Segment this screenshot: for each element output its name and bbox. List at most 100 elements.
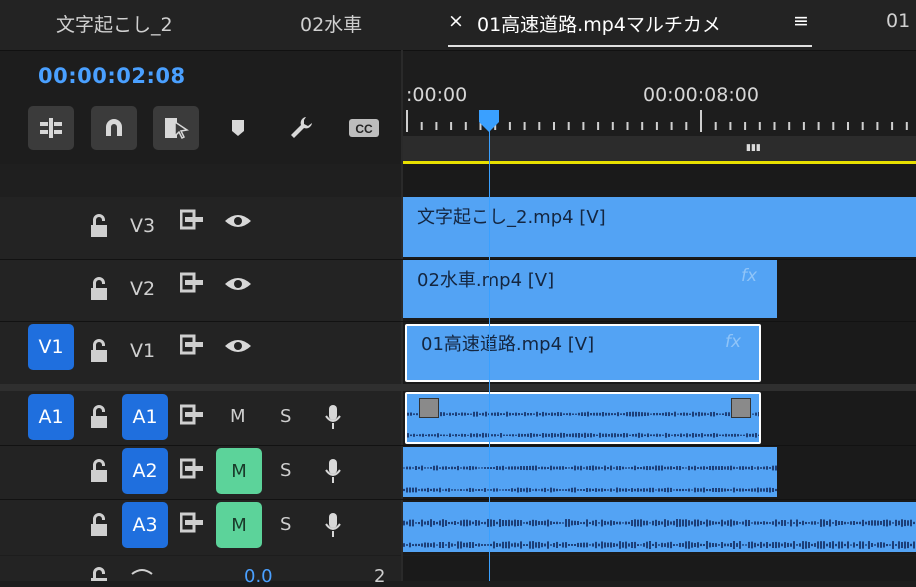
track-label-v3[interactable]: V3 xyxy=(130,215,155,237)
waveform-sample xyxy=(520,466,522,470)
work-area-grip-icon[interactable]: ▮▮▮ xyxy=(746,143,761,153)
waveform-sample xyxy=(691,521,693,525)
waveform-sample xyxy=(538,489,540,491)
mute-a1[interactable]: M xyxy=(230,406,246,427)
clip-a2[interactable] xyxy=(403,447,777,497)
microphone-icon[interactable] xyxy=(324,458,342,484)
waveform-sample xyxy=(598,466,600,470)
waveform-sample xyxy=(709,466,711,470)
eye-icon[interactable] xyxy=(224,336,252,356)
timeline-settings-button[interactable] xyxy=(286,112,318,144)
waveform-sample xyxy=(802,541,804,549)
waveform-sample xyxy=(715,466,717,470)
waveform-sample xyxy=(541,466,543,470)
lock-icon[interactable] xyxy=(88,276,110,302)
linked-selection-button[interactable] xyxy=(153,106,199,150)
tab-transcript-2[interactable]: 文字起こし_2 xyxy=(56,10,173,37)
track-target-a2[interactable]: A2 xyxy=(122,448,168,494)
microphone-icon[interactable] xyxy=(324,512,342,538)
snap-button[interactable] xyxy=(91,106,137,150)
solo-a3[interactable]: S xyxy=(280,514,291,535)
waveform-sample xyxy=(703,521,705,525)
lock-icon[interactable] xyxy=(88,512,110,538)
sync-lock-icon[interactable] xyxy=(180,209,206,231)
microphone-icon[interactable] xyxy=(324,404,342,430)
sync-lock-icon[interactable] xyxy=(180,458,206,480)
track-target-a3[interactable]: A3 xyxy=(122,502,168,548)
lock-icon[interactable] xyxy=(88,213,110,239)
clip-v2[interactable]: 02水車.mp4 [V] fx xyxy=(403,260,777,318)
source-patch-v1[interactable]: V1 xyxy=(28,324,74,370)
waveform-sample xyxy=(811,521,813,525)
tab-overflow[interactable]: 01 xyxy=(886,10,910,32)
waveform-sample xyxy=(637,467,639,470)
keyframe-in-icon[interactable] xyxy=(419,398,439,418)
waveform-sample xyxy=(451,466,453,470)
lock-icon[interactable] xyxy=(88,458,110,484)
fx-badge-icon[interactable]: fx xyxy=(741,266,757,286)
waveform-sample xyxy=(577,542,579,548)
waveform-sample xyxy=(416,413,418,416)
waveform-sample xyxy=(790,543,792,547)
waveform-sample xyxy=(587,411,589,417)
playhead-timecode[interactable]: 00:00:02:08 xyxy=(38,64,186,88)
waveform-sample xyxy=(436,521,438,525)
tab-close-icon[interactable]: × xyxy=(448,10,464,32)
waveform-sample xyxy=(652,543,654,546)
source-patch-a1[interactable]: A1 xyxy=(28,394,74,440)
playhead-handle-icon[interactable] xyxy=(478,109,500,133)
solo-a2[interactable]: S xyxy=(280,460,291,481)
keyframe-out-icon[interactable] xyxy=(731,398,751,418)
sync-lock-icon[interactable] xyxy=(180,512,206,534)
tab-suisha[interactable]: 02水車 xyxy=(300,10,362,37)
solo-a1[interactable]: S xyxy=(280,406,291,427)
waveform-sample xyxy=(646,488,648,492)
mute-a3-active[interactable]: M xyxy=(216,502,262,548)
tab-multicam-active[interactable]: 01高速道路.mp4マルチカメ xyxy=(477,10,783,37)
track-label-v2[interactable]: V2 xyxy=(130,278,155,300)
waveform-sample xyxy=(637,519,639,527)
sync-lock-icon[interactable] xyxy=(180,404,206,426)
waveform-sample xyxy=(539,434,541,436)
add-marker-button[interactable] xyxy=(222,112,254,144)
waveform-sample xyxy=(554,433,556,438)
track-target-a1[interactable]: A1 xyxy=(122,394,168,440)
waveform-sample xyxy=(650,413,652,415)
waveform-sample xyxy=(569,433,571,437)
lock-icon[interactable] xyxy=(88,566,110,581)
linked-selection-icon xyxy=(165,118,189,140)
waveform-sample xyxy=(460,467,462,469)
waveform-sample xyxy=(631,520,633,526)
nest-sequence-button[interactable] xyxy=(28,106,74,150)
video-audio-divider[interactable] xyxy=(0,384,916,391)
clip-a3[interactable] xyxy=(403,502,916,552)
lock-icon[interactable] xyxy=(88,338,110,364)
waveform-sample xyxy=(548,413,550,416)
waveform-sample xyxy=(580,465,582,471)
sync-lock-icon[interactable] xyxy=(180,334,206,356)
playhead-line[interactable] xyxy=(489,118,490,581)
tab-menu-icon[interactable]: ≡ xyxy=(793,10,809,32)
waveform-sample xyxy=(553,543,555,548)
waveform-sample xyxy=(571,466,573,470)
work-area-bar[interactable]: ▮▮▮ xyxy=(403,136,916,162)
eye-icon[interactable] xyxy=(224,274,252,294)
waveform-sample xyxy=(640,488,642,492)
fx-badge-icon[interactable]: fx xyxy=(725,332,741,352)
clip-a1-selected[interactable] xyxy=(405,392,761,444)
clip-v3[interactable]: 文字起こし_2.mp4 [V] xyxy=(403,197,916,257)
clip-v1-selected[interactable]: 01高速道路.mp4 [V] fx xyxy=(405,324,761,382)
waveform-sample xyxy=(469,542,471,548)
mute-a2-active[interactable]: M xyxy=(216,448,262,494)
lock-icon[interactable] xyxy=(88,404,110,430)
master-volume-value[interactable]: 0.0 xyxy=(244,566,273,587)
waveform-sample xyxy=(751,541,753,549)
captions-button[interactable]: CC xyxy=(346,112,382,144)
waveform-sample xyxy=(526,544,528,546)
waveform-sample xyxy=(442,489,444,491)
waveform-sample xyxy=(512,434,514,437)
waveform-sample xyxy=(751,488,753,492)
track-label-v1[interactable]: V1 xyxy=(130,340,155,362)
eye-icon[interactable] xyxy=(224,211,252,231)
sync-lock-icon[interactable] xyxy=(180,272,206,294)
